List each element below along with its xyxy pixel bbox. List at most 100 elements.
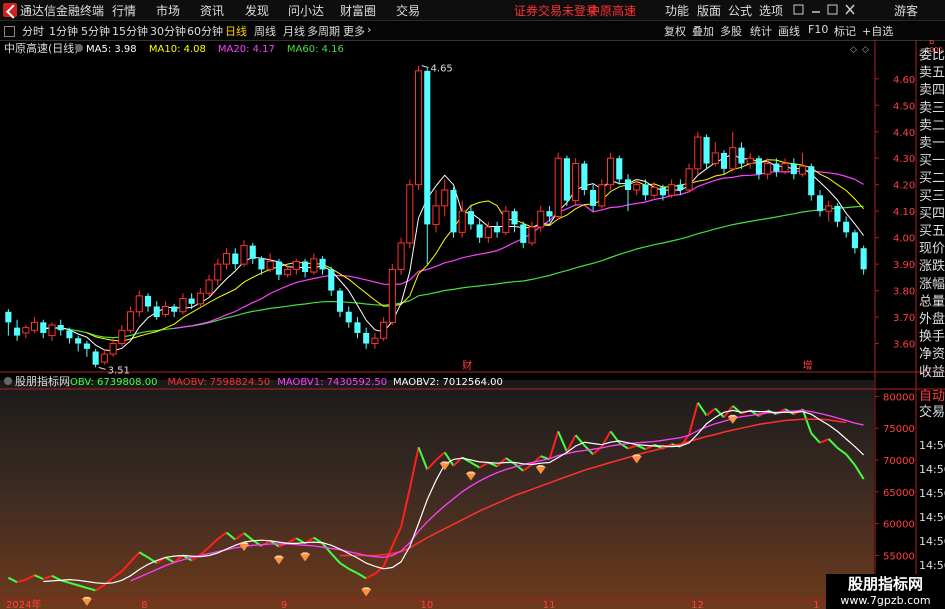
candle-body-down — [677, 184, 684, 190]
quote-field-label: 换手 — [919, 330, 945, 345]
ma10-line — [86, 159, 864, 342]
chart-tool-button[interactable]: 画线 — [778, 23, 800, 39]
candle-body-down — [319, 258, 326, 270]
obv-legend-item: MAOBV: 7598824.50 — [168, 377, 271, 388]
candle-body-down — [720, 152, 728, 169]
chart-tool-button[interactable]: 叠加 — [692, 23, 714, 39]
quote-field-label: 卖一 — [919, 136, 945, 151]
candle-body-down — [92, 351, 99, 365]
y-tick-label: 80000 — [883, 392, 915, 403]
indicator-name: 股朋指标网 — [15, 374, 70, 388]
chart-tool-button[interactable]: +自选 — [862, 23, 893, 39]
candle-body-up — [432, 205, 440, 225]
candle-body-up — [484, 226, 492, 239]
login-status[interactable]: 证券交易未登录 — [514, 2, 598, 19]
candle-body-down — [345, 311, 352, 323]
chart-tool-button[interactable]: 复权 — [664, 23, 686, 39]
menu-icon[interactable] — [793, 4, 804, 15]
panel-toggle-icon[interactable] — [4, 26, 15, 37]
chart-tool-button[interactable]: 标记 — [834, 23, 856, 39]
period-tab[interactable]: 1分钟 — [49, 23, 78, 39]
candle-body-down — [834, 205, 841, 222]
y-tick-label: 4.00 — [893, 234, 915, 245]
quote-field-label: 收益 — [919, 365, 945, 380]
high-price-label: 4.65 — [431, 64, 453, 75]
menu-item[interactable]: 问小达 — [288, 2, 324, 19]
candle-body-down — [773, 163, 780, 172]
candle-body-down — [851, 232, 858, 249]
candle-body-down — [703, 137, 710, 164]
y-tick-label: 4.30 — [893, 154, 915, 165]
guest-user[interactable]: 游客 — [894, 2, 918, 19]
event-label: 财 — [462, 359, 472, 372]
candle-body-down — [232, 253, 239, 265]
window-controls[interactable] — [790, 0, 870, 20]
candle-body-down — [755, 158, 762, 175]
quote-field-label: 涨跌 — [919, 258, 945, 274]
auto-trade-label: 自动 — [919, 389, 945, 404]
candle-body-down — [816, 195, 824, 212]
period-tab[interactable]: 月线 — [283, 23, 305, 39]
trade-time: 14:56 — [919, 559, 945, 572]
candle-body-down — [144, 295, 152, 307]
right-menu-item[interactable]: 公式 — [728, 2, 752, 19]
chart-area: 4.60 4.50 4.40 4.30 4.20 4.10 4.00 3.90 3.80 3.70… — [0, 40, 945, 609]
candle-body-up — [109, 343, 117, 355]
chart-tool-button[interactable]: F10 — [808, 23, 828, 36]
maximize-icon[interactable] — [827, 4, 838, 15]
period-tab[interactable]: 周线 — [254, 23, 276, 39]
menu-item[interactable]: 行情 — [112, 2, 136, 19]
menu-item[interactable]: 资讯 — [200, 2, 224, 19]
x-tick-label: 11 — [543, 600, 556, 609]
candle-body-down — [450, 190, 457, 233]
candle-body-up — [668, 184, 676, 196]
period-tab[interactable]: 5分钟 — [81, 23, 110, 39]
right-menu-item[interactable]: 选项 — [759, 2, 783, 19]
candle-body-down — [363, 332, 370, 344]
right-menu-item[interactable]: 功能 — [665, 2, 689, 19]
candle-body-up — [528, 226, 536, 244]
ma-legend-item: MA10: 4.08 — [149, 44, 206, 55]
candle-body-down — [581, 163, 588, 190]
ma-legend-item: MA20: 4.17 — [218, 44, 275, 55]
period-tab[interactable]: 15分钟 — [112, 23, 148, 39]
obv-legend-item: MAOBV2: 7012564.00 — [393, 377, 503, 388]
candle-body-down — [738, 147, 745, 164]
period-toolbar: 分时 1分钟 5分钟 15分钟 30分钟 60分钟 日线 周线 月线 多周期 更多 › 复权 叠加 多股 统计… — [0, 21, 945, 41]
candle-body-down — [860, 248, 867, 270]
trade-time: 14:56 — [919, 439, 945, 452]
candle-body-up — [650, 186, 658, 196]
chart-tool-button[interactable]: 统计 — [750, 23, 772, 39]
y-tick-label: 3.60 — [893, 340, 915, 351]
candle-body-down — [66, 330, 73, 339]
period-tab[interactable]: 更多 — [343, 23, 365, 39]
candle-body-up — [764, 163, 772, 175]
candle-body-down — [520, 224, 527, 243]
watermark-url: www.7gpzb.com — [826, 593, 945, 609]
period-tab[interactable]: 分时 — [22, 23, 44, 39]
trade-time: 14:56 — [919, 487, 945, 500]
menu-item[interactable]: 市场 — [156, 2, 180, 19]
candle-body-down — [590, 190, 597, 206]
period-tab[interactable]: 60分钟 — [187, 23, 223, 39]
candle-body-down — [249, 245, 256, 259]
candle-body-down — [336, 290, 344, 312]
close-icon[interactable] — [845, 4, 855, 15]
menu-item[interactable]: 发现 — [245, 2, 269, 19]
candle-body-up — [572, 163, 580, 202]
diamond-icon: ◇ — [862, 45, 869, 55]
candle-body-up — [30, 321, 39, 331]
period-tab[interactable]: 30分钟 — [150, 23, 186, 39]
y-tick-label: 3.70 — [893, 313, 915, 324]
chevron-right-icon[interactable]: › — [367, 23, 371, 36]
menu-item[interactable]: 交易 — [396, 2, 420, 19]
chart-tool-button[interactable]: 多股 — [720, 23, 742, 39]
diamond-icon: ◇ — [850, 45, 857, 55]
ma-legend-item: MA5: 3.98 — [86, 44, 137, 55]
period-tab[interactable]: 日线 — [225, 23, 247, 39]
menu-item[interactable]: 财富圈 — [340, 2, 376, 19]
candle-body-up — [537, 210, 545, 228]
x-tick-label: 10 — [421, 600, 434, 609]
right-menu-item[interactable]: 版面 — [697, 2, 721, 19]
period-tab[interactable]: 多周期 — [307, 23, 340, 39]
